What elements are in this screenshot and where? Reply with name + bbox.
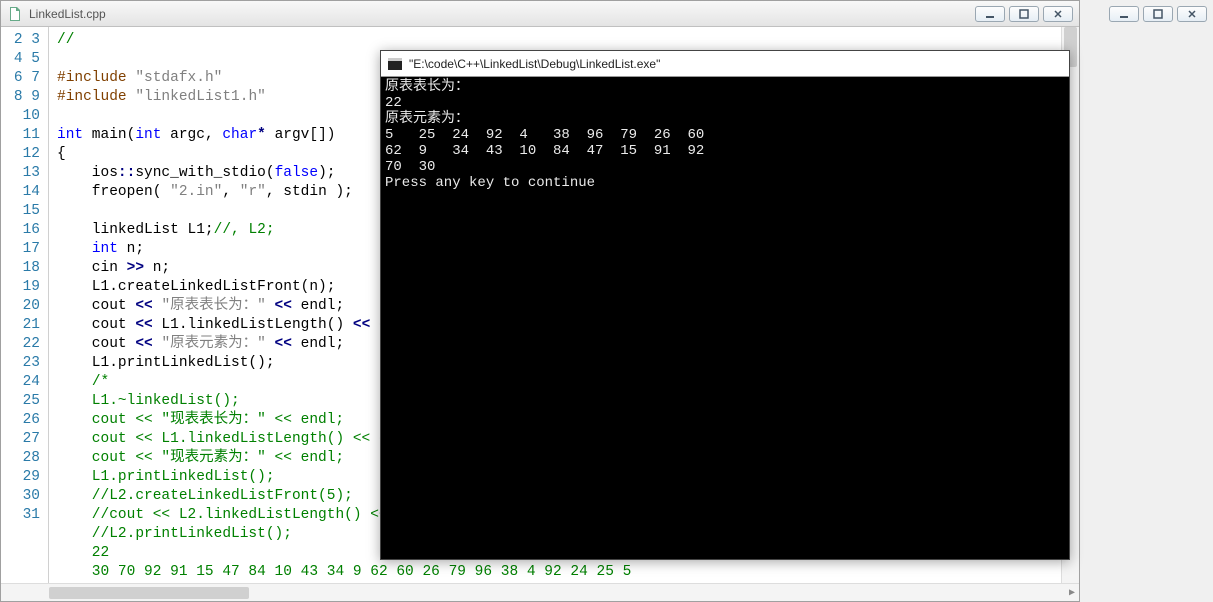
scroll-right-arrow-icon[interactable]: ▶: [1069, 587, 1075, 599]
workspace-close-button[interactable]: [1177, 6, 1207, 22]
console-titlebar[interactable]: "E:\code\C++\LinkedList\Debug\LinkedList…: [381, 51, 1069, 77]
maximize-button[interactable]: [1009, 6, 1039, 22]
console-output[interactable]: 原表表长为： 22 原表元素为： 5 25 24 92 4 38 96 79 2…: [381, 77, 1069, 559]
console-title: "E:\code\C++\LinkedList\Debug\LinkedList…: [409, 57, 660, 71]
editor-titlebar[interactable]: LinkedList.cpp: [1, 1, 1079, 27]
line-number-gutter: 2 3 4 5 6 7 8 9 10 11 12 13 14 15 16 17 …: [1, 27, 49, 583]
workspace-window-controls: [1109, 6, 1207, 22]
document-icon: [7, 6, 23, 22]
editor-filename: LinkedList.cpp: [29, 7, 106, 21]
close-button[interactable]: [1043, 6, 1073, 22]
workspace-maximize-button[interactable]: [1143, 6, 1173, 22]
workspace-minimize-button[interactable]: [1109, 6, 1139, 22]
editor-window-controls: [975, 6, 1073, 22]
horizontal-scroll-thumb[interactable]: [49, 587, 249, 599]
minimize-button[interactable]: [975, 6, 1005, 22]
console-icon: [387, 56, 403, 72]
console-window: "E:\code\C++\LinkedList\Debug\LinkedList…: [380, 50, 1070, 560]
horizontal-scrollbar[interactable]: ▶: [1, 583, 1079, 601]
